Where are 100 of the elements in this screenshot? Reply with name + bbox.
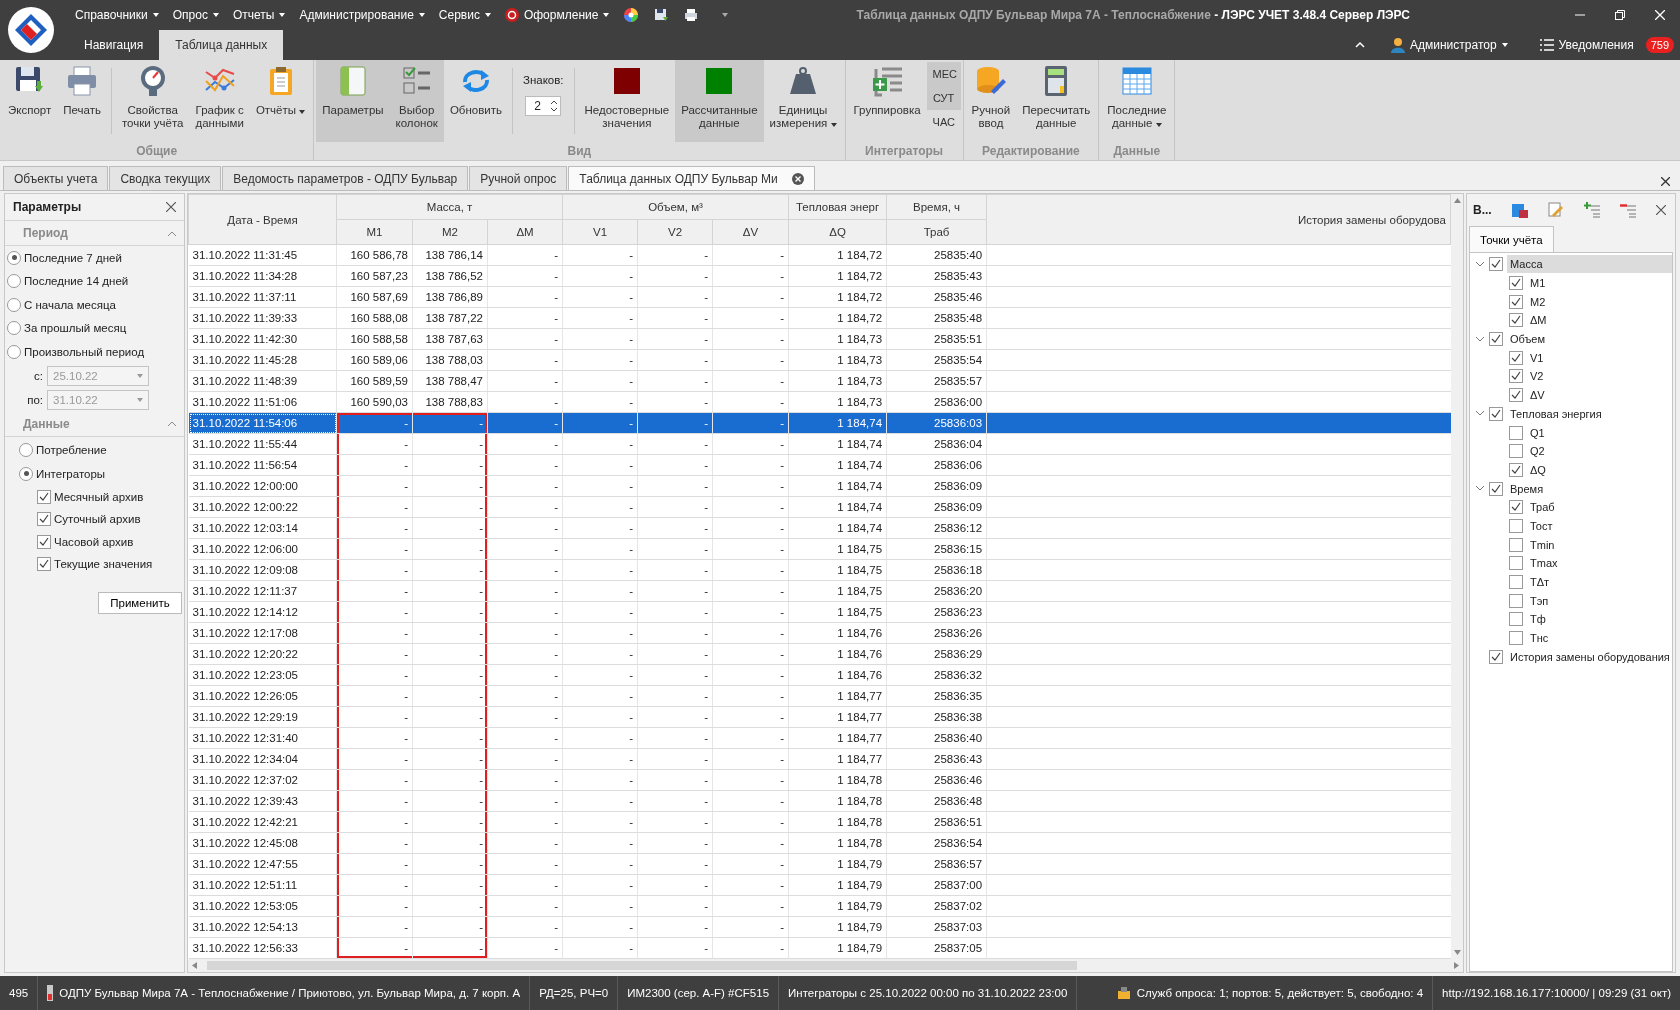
ribbon-button[interactable]: Рассчитанные данные: [675, 60, 764, 142]
radio-option[interactable]: За прошлый месяц: [5, 316, 184, 340]
color-wheel-icon[interactable]: [624, 8, 639, 22]
checkbox-option[interactable]: Суточный архив: [5, 508, 184, 531]
checkbox[interactable]: [1509, 518, 1523, 533]
radio-button[interactable]: [19, 466, 33, 481]
radio-button[interactable]: [19, 443, 33, 458]
collapse-ribbon-icon[interactable]: [1355, 41, 1366, 49]
radio-option[interactable]: Последние 7 дней: [5, 246, 184, 270]
vertical-scrollbar[interactable]: [1451, 194, 1463, 959]
menu-item[interactable]: Опрос: [165, 2, 226, 28]
radio-option[interactable]: Произвольный период: [5, 340, 184, 364]
checkbox[interactable]: [1509, 593, 1523, 608]
tree-item[interactable]: Tmin: [1527, 535, 1672, 554]
checkbox-option[interactable]: Часовой архив: [5, 530, 184, 553]
user-menu[interactable]: Администратор: [1385, 36, 1514, 54]
tree-item[interactable]: Tmax: [1527, 554, 1672, 573]
notifications-button[interactable]: Уведомления: [1533, 37, 1640, 53]
tree-item[interactable]: История замены оборудования: [1507, 647, 1672, 666]
tree-item[interactable]: Масса: [1507, 255, 1672, 274]
scroll-down-icon[interactable]: [1453, 950, 1461, 955]
ribbon-button[interactable]: Печать: [57, 60, 107, 142]
ribbon-button[interactable]: Обновить: [443, 60, 508, 142]
expand-icon[interactable]: [1476, 486, 1484, 492]
close-icon[interactable]: [166, 202, 176, 212]
expand-icon[interactable]: [1476, 411, 1484, 417]
document-tab[interactable]: Таблица данных ОДПУ Бульвар Ми: [568, 166, 815, 190]
app-logo[interactable]: [8, 7, 54, 53]
save-icon[interactable]: [1511, 202, 1528, 218]
radio-button[interactable]: [7, 274, 21, 289]
tree-item[interactable]: V2: [1527, 367, 1672, 386]
printer-icon[interactable]: [684, 8, 699, 22]
scroll-up-icon[interactable]: [1453, 198, 1461, 203]
expand-icon[interactable]: [1476, 336, 1484, 342]
tree-item[interactable]: Тнс: [1527, 629, 1672, 648]
ribbon-button[interactable]: Отчёты: [249, 60, 312, 142]
checkbox[interactable]: [1509, 313, 1523, 328]
dropdown-icon[interactable]: [722, 13, 729, 17]
tree-item[interactable]: Тепловая энергия: [1507, 404, 1672, 423]
add-row-icon[interactable]: [1583, 202, 1600, 218]
tree-item[interactable]: M1: [1527, 274, 1672, 293]
radio-button[interactable]: [7, 250, 21, 265]
checkbox[interactable]: [1509, 500, 1523, 515]
radio-button[interactable]: [7, 297, 21, 312]
checkbox[interactable]: [1489, 481, 1503, 496]
tree-item[interactable]: Тэп: [1527, 591, 1672, 610]
checkbox[interactable]: [1509, 612, 1523, 627]
tree-item[interactable]: Объем: [1507, 330, 1672, 349]
ribbon-button[interactable]: Свойства точки учёта: [115, 60, 190, 142]
menu-item[interactable]: Сервис: [431, 2, 498, 28]
tree-item[interactable]: ΔM: [1527, 311, 1672, 330]
document-tab[interactable]: Сводка текущих: [109, 166, 222, 190]
ribbon-button[interactable]: Последние данные: [1101, 60, 1173, 142]
close-icon[interactable]: [1661, 177, 1670, 186]
tree-item[interactable]: Траб: [1527, 498, 1672, 517]
checkbox[interactable]: [1509, 575, 1523, 590]
collapse-icon[interactable]: [168, 230, 176, 236]
tree-item[interactable]: Время: [1507, 479, 1672, 498]
apply-button[interactable]: Применить: [98, 591, 182, 614]
radio-option[interactable]: Потребление: [5, 438, 184, 462]
checkbox[interactable]: [1489, 406, 1503, 421]
period-toggle[interactable]: СУТ: [926, 86, 961, 110]
checkbox[interactable]: [1509, 556, 1523, 571]
scroll-right-icon[interactable]: [1454, 962, 1459, 969]
tree-item[interactable]: Тф: [1527, 610, 1672, 629]
column-header[interactable]: История замены оборудова: [986, 194, 1451, 245]
tree-item[interactable]: ΔQ: [1527, 460, 1672, 479]
ribbon-button[interactable]: Выбор колонок: [389, 60, 444, 142]
document-tab[interactable]: Объекты учета: [3, 166, 109, 190]
collapse-icon[interactable]: [168, 421, 176, 426]
checkbox[interactable]: [1489, 257, 1503, 272]
column-header[interactable]: ΔQ: [788, 219, 887, 245]
checkbox-option[interactable]: Месячный архив: [5, 485, 184, 508]
scroll-left-icon[interactable]: [192, 962, 197, 969]
checkbox[interactable]: [1489, 649, 1503, 664]
ribbon-button[interactable]: Единицы измерения: [763, 60, 843, 142]
ribbon-button[interactable]: Недостоверные значения: [578, 60, 676, 142]
close-icon[interactable]: [791, 172, 804, 185]
expand-icon[interactable]: [1476, 261, 1484, 267]
tree-item[interactable]: Q1: [1527, 423, 1672, 442]
menu-item[interactable]: Оформление: [497, 2, 617, 28]
menu-item[interactable]: Отчеты: [225, 2, 293, 28]
menu-item[interactable]: Справочники: [68, 2, 166, 28]
checkbox[interactable]: [1509, 462, 1523, 477]
app-tab[interactable]: Таблица данных: [159, 30, 284, 60]
ribbon-button[interactable]: График с данными: [189, 60, 250, 142]
checkbox[interactable]: [1509, 276, 1523, 291]
checkbox[interactable]: [1489, 332, 1503, 347]
panel-tab[interactable]: Точки учёта: [1469, 226, 1554, 252]
checkbox[interactable]: [1509, 369, 1523, 384]
horizontal-scrollbar[interactable]: [188, 959, 1463, 972]
document-tab[interactable]: Ручной опрос: [469, 166, 568, 190]
ribbon-button[interactable]: Экспорт: [2, 60, 58, 142]
column-header[interactable]: Траб: [886, 219, 987, 245]
checkbox[interactable]: [1509, 350, 1523, 365]
remove-row-icon[interactable]: [1619, 202, 1636, 218]
digits-spinner[interactable]: 2: [525, 96, 562, 116]
checkbox[interactable]: [1509, 631, 1523, 646]
checkbox[interactable]: [1509, 537, 1523, 552]
checkbox[interactable]: [1509, 425, 1523, 440]
